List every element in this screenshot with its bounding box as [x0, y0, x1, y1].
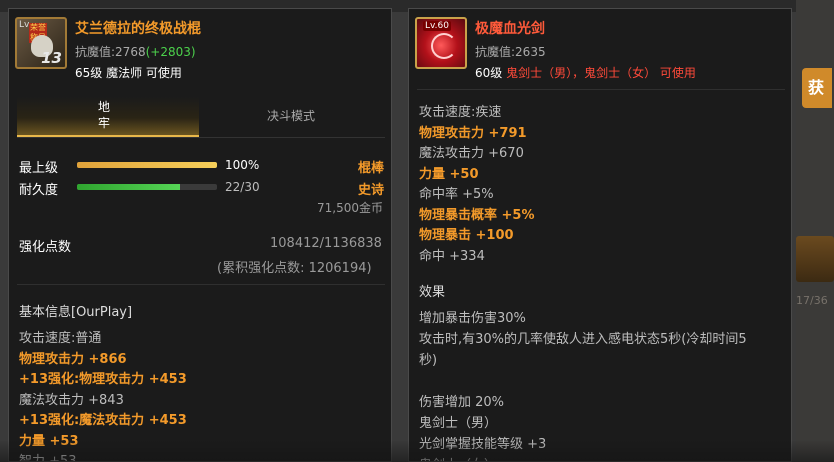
durability-label: 耐久度	[19, 183, 59, 198]
left-stat-line: 物理攻击力 +866	[19, 351, 127, 367]
requirement: 65级 魔法师 可使用	[75, 66, 182, 80]
divider	[17, 284, 385, 285]
effect-line: 鬼剑士（男）	[419, 416, 498, 431]
blade-icon	[431, 33, 457, 59]
background-right-area: 获 17/36	[796, 0, 834, 462]
right-stat-line: 攻击速度:疾速	[419, 105, 502, 120]
side-counter: 17/36	[796, 294, 828, 307]
side-action-button[interactable]: 获	[802, 68, 832, 108]
grade-value: 100%	[225, 158, 260, 172]
req-class: 鬼剑士（男），鬼剑士（女） 可使用	[506, 66, 696, 80]
tab-duel-label: 决斗模式	[267, 109, 316, 123]
left-stat-line: 力量 +53	[19, 433, 79, 449]
effects-heading: 效果	[419, 285, 446, 300]
effect-line: 伤害增加 20%	[419, 395, 505, 410]
enhance-total: (累积强化点数: 1206194)	[217, 261, 372, 276]
durability-value: 22/30	[225, 180, 260, 194]
resist-value: 抗魔值:2768(+2803)	[75, 43, 196, 60]
right-stat-line: 命中率 +5%	[419, 187, 494, 202]
enhance-value: 108412/1136838	[270, 236, 382, 251]
right-stat-line: 物理暴击 +100	[419, 228, 514, 243]
requirement: 60级 鬼剑士（男），鬼剑士（女） 可使用	[475, 64, 696, 81]
item-title: 极魔血光剑	[475, 21, 545, 37]
icon-lv-text: Lv.60	[423, 21, 451, 31]
rarity: 史诗	[358, 183, 385, 198]
item-icon: Lv.60	[415, 17, 467, 69]
durability-bar-fill	[77, 184, 180, 190]
grade-label: 最上级	[19, 161, 59, 176]
right-stat-line: 命中 +334	[419, 248, 485, 264]
icon-lv-text: Lv	[19, 20, 30, 30]
item-title: 艾兰德拉的终极战棍	[75, 21, 201, 37]
item-icon: Lv 荣誉称号 13	[15, 17, 67, 69]
effect-line: 鬼剑士（女）	[419, 454, 497, 461]
enhance-level-badge: 13	[41, 49, 62, 67]
grade-bar-fill	[77, 162, 217, 168]
left-stat-line: +13强化:魔法攻击力 +453	[19, 413, 187, 428]
resist-value: 抗魔值:2635	[475, 45, 546, 59]
tab-dungeon[interactable]: 地牢	[17, 97, 199, 137]
left-stat-line: +13强化:物理攻击力 +453	[19, 372, 187, 387]
grade-bar	[77, 162, 217, 168]
effect-line: 攻击时,有30%的几率使敌人进入感电状态5秒(冷却时间5	[419, 332, 747, 347]
tab-duel-mode[interactable]: 决斗模式	[199, 97, 385, 135]
effect-line: 秒)	[419, 353, 438, 368]
divider	[417, 89, 785, 90]
enhance-label: 强化点数	[19, 240, 72, 255]
effect-line: 增加暴击伤害30%	[419, 311, 526, 326]
tab-divider	[17, 137, 385, 138]
right-stat-line: 魔法攻击力 +670	[419, 146, 524, 161]
tab-dungeon-label: 地牢	[97, 100, 110, 130]
basic-info-heading: 基本信息[OurPlay]	[19, 305, 133, 320]
resist-bonus: (+2803)	[145, 45, 196, 59]
right-stat-line: 力量 +50	[419, 166, 479, 182]
left-stat-line: 攻击速度:普通	[19, 331, 102, 346]
price: 71,500金币	[317, 201, 383, 215]
resist-label: 抗魔值:2768	[75, 45, 146, 59]
effect-line: 光剑掌握技能等级 +3	[419, 437, 547, 452]
left-stat-line: 魔法攻击力 +843	[19, 392, 124, 408]
right-stat-line: 物理攻击力 +791	[419, 125, 527, 141]
item-tooltip-right: Lv.60 极魔血光剑 抗魔值:2635 60级 鬼剑士（男），鬼剑士（女） 可…	[408, 8, 792, 462]
side-thumbnail[interactable]	[796, 236, 834, 282]
item-tooltip-left: Lv 荣誉称号 13 艾兰德拉的终极战棍 抗魔值:2768(+2803) 65级…	[8, 8, 392, 462]
durability-bar	[77, 184, 217, 190]
req-level: 60级	[475, 66, 503, 80]
weapon-type: 棍棒	[358, 161, 385, 176]
right-stat-line: 物理暴击概率 +5%	[419, 207, 535, 223]
left-stat-line: 智力 +53	[19, 454, 77, 462]
